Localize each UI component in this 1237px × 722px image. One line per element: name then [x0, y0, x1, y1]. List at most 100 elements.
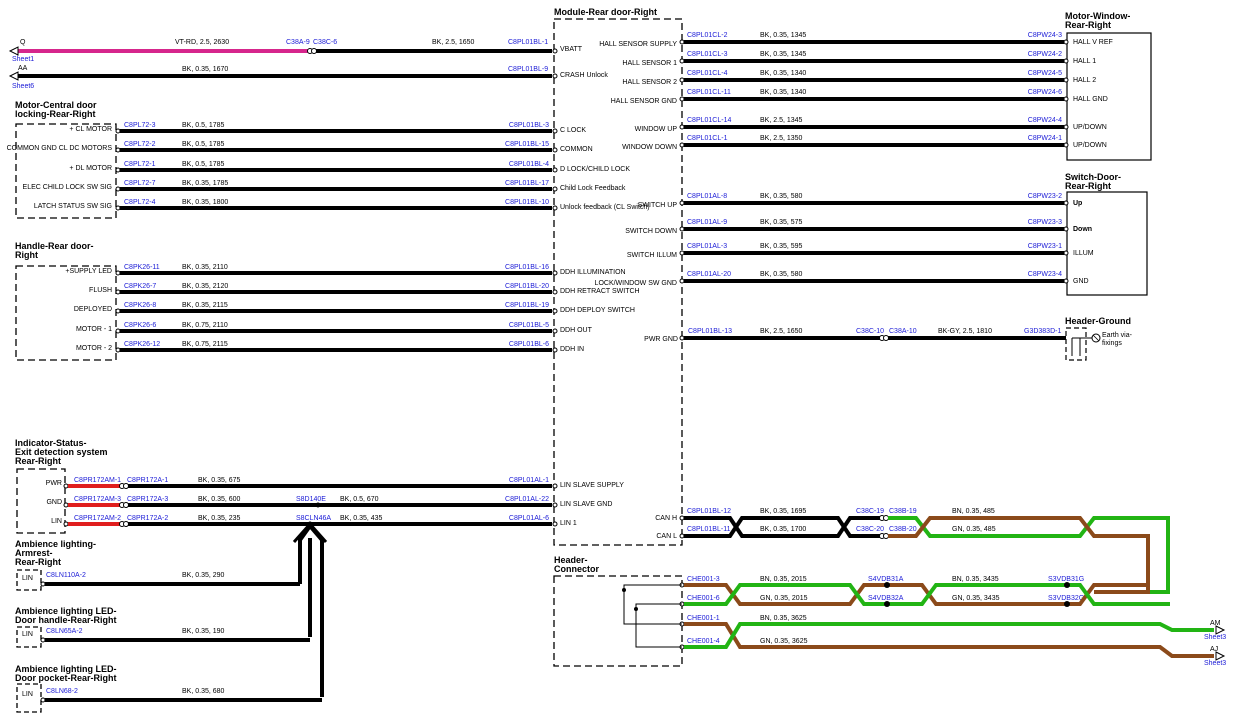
wire-spec: BK, 0.35, 435 — [340, 515, 383, 522]
connector-label: C8PL72-4 — [124, 199, 156, 206]
connector-pin-icon — [123, 502, 129, 508]
module-pin-function: WINDOW DOWN — [622, 144, 677, 151]
component-box — [553, 575, 683, 667]
module-pin-function: CRASH Unlock — [560, 72, 608, 79]
component-pin-label: +SUPPLY LED — [65, 268, 112, 275]
wire-spec: BK, 0.75, 2110 — [182, 322, 228, 329]
module-pin-function: DDH IN — [560, 346, 584, 353]
module-pin-function: CAN L — [656, 533, 677, 540]
module-pin-icon — [552, 48, 558, 54]
connector-label: C8PL72-2 — [124, 141, 156, 148]
pin-label: C8PL01CL-11 — [687, 89, 731, 96]
module-pin-function: Child Lock Feedback — [560, 185, 626, 192]
pin-icon — [63, 483, 69, 489]
splice-label: S3VDB31G — [1048, 576, 1084, 583]
component-pin-label: UP/DOWN — [1073, 124, 1107, 131]
connector-label: C38B-19 — [889, 508, 917, 515]
splice-icon — [622, 588, 626, 592]
left-components: Motor-Central doorlocking-Rear-Right+ CL… — [7, 100, 650, 361]
connector-label: C8PW23-4 — [1028, 271, 1062, 278]
connector-label: C8LN65A-2 — [46, 628, 83, 635]
sheet-link[interactable]: Sheet1 — [12, 56, 34, 63]
component-0: Motor-Central doorlocking-Rear-Right+ CL… — [7, 100, 650, 219]
module-pin-function: VBATT — [560, 46, 583, 53]
pin-label: C8PL01AL-1 — [509, 477, 549, 484]
pin-icon — [40, 581, 46, 587]
wire-spec: BK, 0.75, 2115 — [182, 341, 228, 348]
component-title: Door pocket-Rear-Right — [15, 673, 117, 683]
sheet-link[interactable]: Sheet6 — [12, 83, 34, 90]
connector-label: C8PK26-12 — [124, 341, 160, 348]
wire-id: Q — [20, 39, 26, 46]
wire-spec: BK, 2.5, 1650 — [432, 39, 475, 46]
component-pin-label: GND — [46, 499, 62, 506]
component-box — [1065, 327, 1087, 361]
splice-icon — [315, 502, 321, 508]
pin-label: C8PL01BL-3 — [509, 122, 549, 129]
connector-label: C8PW24-4 — [1028, 117, 1062, 124]
sheet-link[interactable]: Sheet3 — [1204, 660, 1226, 667]
pin-label: C8PL01AL-9 — [687, 219, 727, 226]
connector-label: C8PR172AM-2 — [74, 515, 121, 522]
pin-icon — [679, 39, 685, 45]
wire-spec: BK, 0.35, 290 — [182, 572, 225, 579]
pin-label: C8PL01BL-11 — [687, 526, 731, 533]
connector-label: C8LN110A-2 — [46, 572, 86, 579]
pin-icon — [115, 347, 121, 353]
wire — [635, 603, 682, 648]
component-pin-label: MOTOR - 2 — [76, 345, 112, 352]
wire-spec: BK, 0.35, 1340 — [760, 89, 806, 96]
pin-label: C8PL01BL-12 — [687, 508, 731, 515]
ambience-component: Ambience lighting-Armrest-Rear-RightLIN C… — [15, 539, 300, 591]
header-connector: Header- Connector — [553, 555, 683, 667]
sheet-link[interactable]: Sheet3 — [1204, 634, 1226, 641]
connector-label: C8PW24-1 — [1028, 135, 1062, 142]
pin-label: C8PL01BL-13 — [688, 328, 732, 335]
connector-pin-icon — [883, 533, 889, 539]
pin-icon — [552, 308, 558, 314]
pin-icon — [115, 205, 121, 211]
module-pin-function: COMMON — [560, 146, 593, 153]
wire-spec: BK, 0.5, 1785 — [182, 141, 225, 148]
connector-label: G3D383D-1 — [1024, 328, 1061, 335]
pin-label: C8PL01CL-4 — [687, 70, 728, 77]
connector-label: C8PW24-2 — [1028, 51, 1062, 58]
connector-label: C38C-6 — [313, 39, 337, 46]
connector-label: C8PR172A-1 — [127, 477, 168, 484]
module-pin-function: LIN SLAVE SUPPLY — [560, 482, 624, 489]
connector-label: C8PW24-3 — [1028, 32, 1062, 39]
connector-label: C8PK26-6 — [124, 322, 156, 329]
pin-icon — [679, 124, 685, 130]
motor_window-row: HALL SENSOR 1 C8PL01CL-3 BK, 0.35, 1345 C8P… — [622, 51, 1096, 67]
pin-icon — [40, 697, 46, 703]
pin-label: C8PL01BL-5 — [509, 322, 549, 329]
component-title: Rear-Right — [1065, 181, 1111, 191]
pin-icon — [1063, 142, 1069, 148]
switch_door-row: SWITCH DOWN C8PL01AL-9 BK, 0.35, 575 C8PW23… — [625, 219, 1092, 235]
pin-label: C8PL01AL-6 — [509, 515, 549, 522]
component-pin-label: Down — [1073, 226, 1092, 233]
pin-icon — [63, 521, 69, 527]
module-pin-function: Unlock feedback (CL Switch) — [560, 204, 650, 211]
pin-icon — [40, 637, 46, 643]
switch_door-row: LOCK/WINDOW SW GND C8PL01AL-20 BK, 0.35, 5… — [595, 271, 1089, 287]
component-pin-label: LIN — [22, 631, 33, 638]
pin-icon — [552, 167, 558, 173]
wire-spec: BK, 0.35, 2110 — [182, 264, 228, 271]
wire-spec: BK, 0.35, 580 — [760, 193, 803, 200]
component-pin-label: LATCH STATUS SW SIG — [34, 203, 112, 210]
component-pin-label: HALL 1 — [1073, 58, 1096, 65]
pin-icon — [1063, 226, 1069, 232]
pin-label: C8PL01CL-2 — [687, 32, 728, 39]
pin-icon — [115, 308, 121, 314]
component-1: Handle-Rear door-Right+SUPPLY LEDC8PK26-… — [15, 241, 640, 361]
connector-label: C8PK26-8 — [124, 302, 156, 309]
pin-icon — [552, 502, 558, 508]
switch-door-wires: SWITCH UP C8PL01AL-8 BK, 0.35, 580 C8PW23-2… — [595, 193, 1094, 287]
pin-label: C8PL01BL-1 — [508, 39, 548, 46]
component-pin-label: + DL MOTOR — [69, 165, 112, 172]
pin-icon — [552, 128, 558, 134]
wire-spec: BN, 0.35, 3625 — [760, 615, 807, 622]
pin-icon — [552, 328, 558, 334]
pin-icon — [1063, 39, 1069, 45]
